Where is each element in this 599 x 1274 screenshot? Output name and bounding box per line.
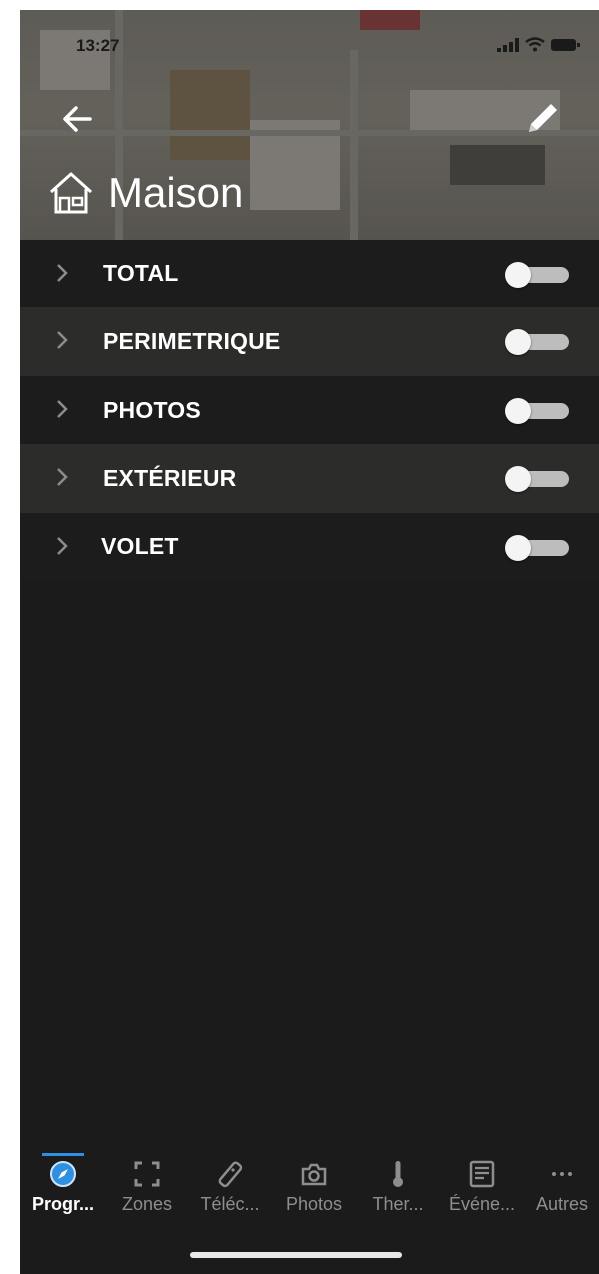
zone-toggle[interactable] [505, 329, 571, 355]
zone-label: PHOTOS [103, 396, 201, 423]
chevron-right-icon [57, 468, 68, 486]
zone-row-photos[interactable]: PHOTOS [20, 376, 599, 444]
back-arrow-icon[interactable] [60, 104, 94, 134]
home-icon [49, 172, 93, 214]
tab-label: Autres [535, 1194, 589, 1214]
app-screen: 13:27 Maison TOTAL PERIMETRIQUE PHOTOS E… [20, 10, 599, 1274]
zone-list: TOTAL PERIMETRIQUE PHOTOS EXTÉRIEUR VOLE… [20, 240, 599, 580]
chevron-right-icon [57, 331, 68, 349]
tab-label: Ther... [372, 1194, 424, 1214]
status-time: 13:27 [76, 36, 120, 55]
zone-toggle[interactable] [505, 398, 571, 424]
tab-telecommandes[interactable]: Téléc... [190, 1160, 270, 1215]
chevron-right-icon [57, 400, 68, 418]
chevron-right-icon [57, 537, 68, 555]
compass-icon [50, 1161, 76, 1187]
zone-label: PERIMETRIQUE [103, 328, 281, 354]
zones-frame-icon [134, 1161, 160, 1187]
zone-label: VOLET [101, 533, 179, 559]
zone-row-volet[interactable]: VOLET [20, 513, 599, 580]
tab-label: Événe... [448, 1194, 516, 1214]
header: 13:27 Maison [20, 10, 599, 240]
edit-pencil-icon[interactable] [521, 96, 565, 140]
zone-toggle[interactable] [505, 466, 571, 492]
remote-control-icon [218, 1161, 243, 1188]
events-list-icon [469, 1160, 495, 1188]
camera-icon [301, 1163, 327, 1186]
tab-label: Progr... [31, 1194, 94, 1214]
tab-zones[interactable]: Zones [107, 1160, 187, 1215]
zone-row-perimetrique[interactable]: PERIMETRIQUE [20, 307, 599, 376]
more-icon [552, 1172, 572, 1176]
tab-autres[interactable]: Autres [525, 1160, 599, 1215]
tab-label: Zones [121, 1194, 173, 1214]
tab-evenements[interactable]: Événe... [442, 1160, 522, 1215]
tab-photos[interactable]: Photos [274, 1160, 354, 1215]
signal-icon [497, 37, 519, 52]
battery-icon [551, 38, 580, 51]
tab-label: Photos [285, 1194, 343, 1214]
page-title: Maison [108, 169, 244, 216]
status-icons [497, 37, 581, 52]
zone-row-exterieur[interactable]: EXTÉRIEUR [20, 444, 599, 513]
chevron-right-icon [57, 264, 68, 282]
page-title-group: Maison [46, 168, 243, 218]
zone-label: TOTAL [103, 260, 179, 286]
zone-toggle[interactable] [505, 262, 571, 288]
home-indicator [190, 1252, 402, 1258]
thermometer-icon [393, 1161, 403, 1187]
tab-thermostats[interactable]: Ther... [358, 1160, 438, 1215]
tab-programmes[interactable]: Progr... [23, 1160, 103, 1215]
tab-label: Téléc... [200, 1194, 260, 1214]
wifi-icon [525, 37, 545, 52]
active-tab-indicator [42, 1153, 84, 1156]
zone-label: EXTÉRIEUR [103, 465, 237, 491]
zone-toggle[interactable] [505, 535, 571, 561]
zone-row-total[interactable]: TOTAL [20, 240, 599, 307]
